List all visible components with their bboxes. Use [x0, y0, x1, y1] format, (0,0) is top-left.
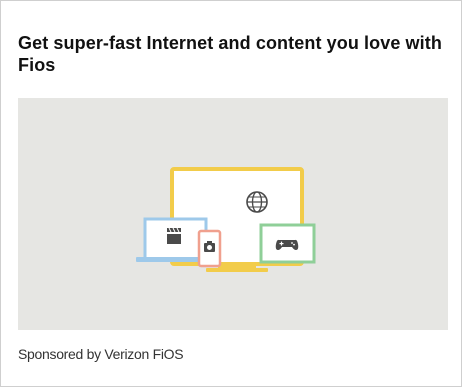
ad-headline[interactable]: Get super-fast Internet and content you …	[18, 32, 448, 76]
globe-icon	[246, 191, 268, 213]
sponsored-ad-card[interactable]: Get super-fast Internet and content you …	[0, 0, 462, 387]
devices-illustration	[136, 167, 316, 272]
clapperboard-icon	[167, 227, 181, 244]
ad-illustration[interactable]	[18, 98, 448, 330]
sponsor-label[interactable]: Sponsored by Verizon FiOS	[18, 346, 184, 362]
